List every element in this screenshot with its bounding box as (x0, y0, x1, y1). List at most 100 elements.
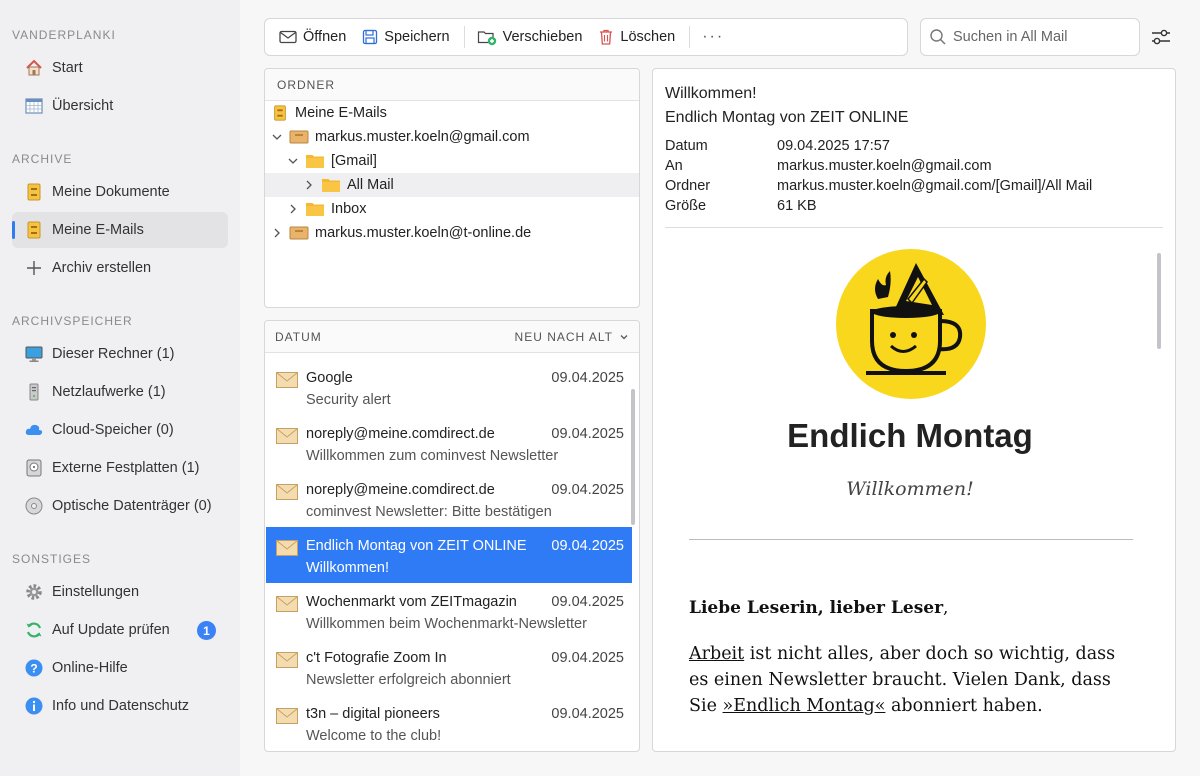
mail-list-header: DATUM NEU NACH ALT (265, 321, 639, 353)
refresh-icon (24, 620, 44, 640)
sidebar-item-external-disks[interactable]: Externe Festplatten (1) (12, 450, 228, 486)
more-options-button[interactable]: ··· (698, 19, 728, 55)
calendar-grid-icon (24, 96, 44, 116)
delete-button[interactable]: Löschen (594, 19, 679, 55)
meta-value: 61 KB (777, 198, 817, 214)
cloud-icon (24, 420, 44, 440)
mail-row[interactable]: Wochenmarkt vom ZEITmagazin 09.04.2025 W… (266, 583, 632, 639)
paragraph-text: abonniert haben. (885, 696, 1043, 716)
folder-move-icon (477, 31, 496, 46)
tree-item-tonline-account[interactable]: markus.muster.koeln@t-online.de (265, 221, 639, 245)
move-label: Verschieben (502, 29, 583, 45)
section-title-misc: SONSTIGES (12, 552, 92, 566)
envelope-icon (276, 372, 298, 388)
coffee-cup-logo-icon (836, 249, 986, 399)
tree-item-inbox[interactable]: Inbox (265, 197, 639, 221)
tree-item-gmail-account[interactable]: markus.muster.koeln@gmail.com (265, 125, 639, 149)
sidebar-item-overview[interactable]: Übersicht (12, 88, 228, 124)
mail-row[interactable]: t3n – digital pioneers 09.04.2025 Welcom… (266, 695, 632, 751)
preview-title: Willkommen! (665, 85, 757, 102)
folder-icon (321, 177, 341, 193)
search-input[interactable] (953, 29, 1123, 45)
mail-sender: noreply@meine.comdirect.de (306, 426, 495, 442)
mail-subject: Security alert (306, 392, 391, 408)
open-button[interactable]: Öffnen (275, 19, 350, 55)
greeting-punctuation: , (943, 598, 949, 618)
sidebar-item-check-update[interactable]: Auf Update prüfen 1 (12, 612, 228, 648)
preview-divider (665, 227, 1163, 228)
chevron-down-icon[interactable] (271, 131, 283, 143)
tree-item-my-emails[interactable]: Meine E-Mails (265, 101, 639, 125)
meta-value: markus.muster.koeln@gmail.com (777, 158, 992, 174)
envelope-icon (276, 708, 298, 724)
sidebar-item-label: Netzlaufwerke (1) (52, 384, 166, 400)
endlich-montag-link[interactable]: »Endlich Montag« (723, 696, 886, 716)
chevron-right-icon[interactable] (271, 227, 283, 239)
mail-subject: Willkommen! (306, 560, 389, 576)
network-drive-icon (24, 382, 44, 402)
sidebar-item-label: Einstellungen (52, 584, 140, 600)
folder-icon (305, 153, 325, 169)
chevron-right-icon[interactable] (303, 179, 315, 191)
mail-list-scrollbar[interactable] (631, 389, 635, 525)
gear-icon (24, 582, 44, 602)
tree-item-gmail-folder[interactable]: [Gmail] (265, 149, 639, 173)
sidebar-item-info-privacy[interactable]: Info und Datenschutz (12, 688, 228, 724)
sidebar-item-label: Meine E-Mails (52, 222, 144, 238)
section-title-archive: ARCHIVE (12, 152, 73, 166)
tree-item-label: All Mail (347, 177, 394, 193)
meta-value: markus.muster.koeln@gmail.com/[Gmail]/Al… (777, 178, 1093, 194)
envelope-icon (276, 428, 298, 444)
tree-item-all-mail[interactable]: All Mail (265, 173, 639, 197)
sidebar-item-label: Meine Dokumente (52, 184, 170, 200)
mail-row-selected[interactable]: Endlich Montag von ZEIT ONLINE 09.04.202… (266, 527, 632, 583)
sidebar-item-settings[interactable]: Einstellungen (12, 574, 228, 610)
plus-icon (24, 258, 44, 278)
mail-sender: Wochenmarkt vom ZEITmagazin (306, 594, 517, 610)
mail-row[interactable]: noreply@meine.comdirect.de 09.04.2025 co… (266, 471, 632, 527)
mail-row[interactable]: c't Fotografie Zoom In 09.04.2025 Newsle… (266, 639, 632, 695)
save-button[interactable]: Speichern (358, 19, 453, 55)
mail-date: 09.04.2025 (551, 426, 624, 442)
move-button[interactable]: Verschieben (473, 19, 587, 55)
chevron-right-icon[interactable] (287, 203, 299, 215)
monitor-icon (24, 344, 44, 364)
sidebar-item-online-help[interactable]: ? Online-Hilfe (12, 650, 228, 686)
toolbar-divider (463, 26, 465, 48)
chevron-down-icon[interactable] (287, 155, 299, 167)
work-link[interactable]: Arbeit (689, 644, 744, 664)
sidebar-item-optical-media[interactable]: Optische Datenträger (0) (12, 488, 228, 524)
sidebar-item-label: Start (52, 60, 83, 76)
sidebar-item-label: Cloud-Speicher (0) (52, 422, 174, 438)
toolbar: Öffnen Speichern Verschieben Löschen ··· (264, 18, 908, 56)
tree-item-label: markus.muster.koeln@t-online.de (315, 225, 532, 241)
sidebar-item-create-archive[interactable]: Archiv erstellen (12, 250, 228, 286)
sidebar-item-my-emails[interactable]: Meine E-Mails (12, 212, 228, 248)
newsletter-greeting: Liebe Leserin, lieber Leser, (689, 598, 948, 618)
envelope-icon (276, 484, 298, 500)
mail-row[interactable]: noreply@meine.comdirect.de 09.04.2025 Wi… (266, 415, 632, 471)
sidebar-item-cloud-storage[interactable]: Cloud-Speicher (0) (12, 412, 228, 448)
mail-subject: Willkommen zum cominvest Newsletter (306, 448, 559, 464)
envelope-icon (276, 652, 298, 668)
sidebar-item-this-computer[interactable]: Dieser Rechner (1) (12, 336, 228, 372)
meta-key: Datum (665, 138, 708, 154)
open-label: Öffnen (303, 29, 347, 45)
sidebar-item-my-documents[interactable]: Meine Dokumente (12, 174, 228, 210)
sidebar-item-label: Übersicht (52, 98, 114, 114)
mail-sender: Endlich Montag von ZEIT ONLINE (306, 538, 527, 554)
mail-row[interactable]: Google 09.04.2025 Security alert (266, 359, 632, 415)
date-column-header[interactable]: DATUM (275, 330, 322, 344)
mail-subject: cominvest Newsletter: Bitte bestätigen (306, 504, 552, 520)
sort-dropdown[interactable]: NEU NACH ALT (515, 330, 629, 344)
tree-item-label: Meine E-Mails (295, 105, 387, 121)
envelope-icon (276, 596, 298, 612)
sort-label: NEU NACH ALT (514, 329, 613, 344)
tree-item-label: markus.muster.koeln@gmail.com (315, 129, 530, 145)
chevron-down-icon (620, 334, 628, 339)
filter-settings-button[interactable] (1148, 24, 1174, 50)
preview-scrollbar[interactable] (1157, 253, 1161, 349)
trash-icon (600, 29, 613, 45)
sidebar-item-start[interactable]: Start (12, 50, 228, 86)
sidebar-item-network-drives[interactable]: Netzlaufwerke (1) (12, 374, 228, 410)
